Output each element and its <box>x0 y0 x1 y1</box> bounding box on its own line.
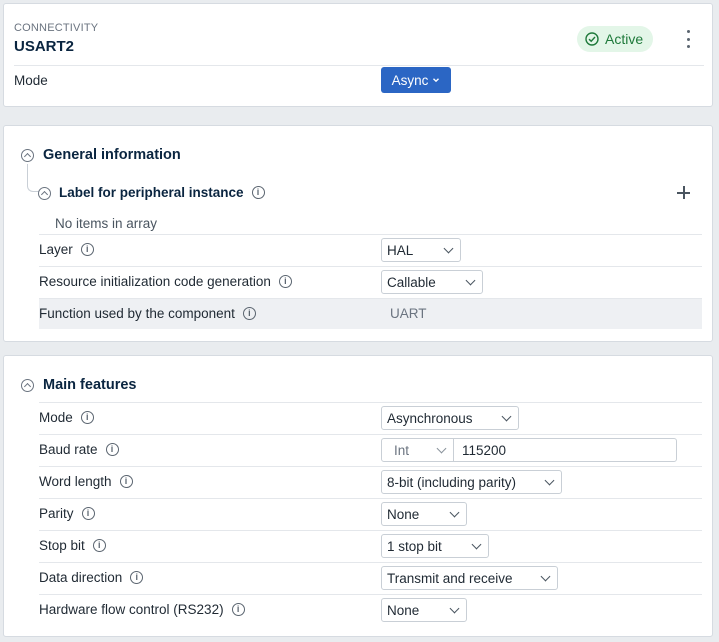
function-value: UART <box>390 306 427 321</box>
stop-bit-label: Stop bit i <box>39 538 106 553</box>
status-badge: Active <box>577 26 654 52</box>
info-icon[interactable]: i <box>80 243 94 256</box>
mode-label-text: Mode <box>39 410 73 425</box>
stop-bit-label-text: Stop bit <box>39 538 85 553</box>
baud-rate-label-text: Baud rate <box>39 442 98 457</box>
value-type-select[interactable]: Int <box>382 439 454 461</box>
word-length-value: 8-bit (including parity) <box>387 474 517 490</box>
divider <box>39 434 702 435</box>
label-section-header: Label for peripheral instance i <box>59 185 265 200</box>
info-icon[interactable]: i <box>242 307 256 320</box>
check-circle-icon <box>585 32 599 46</box>
divider <box>39 530 702 531</box>
parity-value: None <box>387 506 420 522</box>
mode-row-label: Mode i <box>39 410 94 425</box>
init-codegen-select[interactable]: Callable <box>381 270 483 294</box>
chevron-down-icon <box>471 539 482 549</box>
info-icon[interactable]: i <box>251 186 265 199</box>
data-direction-value: Transmit and receive <box>387 570 513 586</box>
mode-value: Async <box>391 72 429 88</box>
baud-rate-input[interactable]: Int 115200 <box>381 438 677 462</box>
collapse-icon[interactable] <box>21 379 34 392</box>
main-features-title: Main features <box>43 377 137 393</box>
layer-select[interactable]: HAL <box>381 238 461 262</box>
parity-label-text: Parity <box>39 506 74 521</box>
function-label-text: Function used by the component <box>39 306 235 321</box>
flow-control-label: Hardware flow control (RS232) i <box>39 602 245 617</box>
chevron-down-icon <box>465 275 476 285</box>
baud-rate-label: Baud rate i <box>39 442 119 457</box>
info-icon[interactable]: i <box>231 603 245 616</box>
tree-connector <box>27 164 39 192</box>
flow-control-select[interactable]: None <box>381 598 467 622</box>
label-section-title: Label for peripheral instance <box>59 185 244 200</box>
info-icon[interactable]: i <box>81 507 95 520</box>
general-information-title: General information <box>43 147 181 163</box>
kebab-icon[interactable] <box>682 30 694 48</box>
divider <box>39 498 702 499</box>
mode-dropdown-button[interactable]: Async <box>381 67 451 93</box>
mode-label: Mode <box>14 73 48 88</box>
chevron-down-icon <box>433 78 440 83</box>
data-direction-label: Data direction i <box>39 570 144 585</box>
parity-select[interactable]: None <box>381 502 467 526</box>
status-text: Active <box>605 31 644 47</box>
stop-bit-select[interactable]: 1 stop bit <box>381 534 489 558</box>
stop-bit-value: 1 stop bit <box>387 538 442 554</box>
chevron-down-icon <box>449 507 460 517</box>
baud-rate-value[interactable]: 115200 <box>454 443 506 458</box>
peripheral-name: USART2 <box>14 38 75 55</box>
word-length-label: Word length i <box>39 474 133 489</box>
main-features-card: Main features Mode i Asynchronous Baud r… <box>3 355 713 637</box>
chevron-down-icon <box>443 243 454 253</box>
divider <box>39 466 702 467</box>
init-codegen-label-text: Resource initialization code generation <box>39 274 271 289</box>
function-label: Function used by the component i <box>39 306 256 321</box>
info-icon[interactable]: i <box>105 443 119 456</box>
info-icon[interactable]: i <box>92 539 106 552</box>
word-length-label-text: Word length <box>39 474 112 489</box>
init-codegen-value: Callable <box>387 274 436 290</box>
mode-select[interactable]: Asynchronous <box>381 406 519 430</box>
layer-label: Layer i <box>39 242 94 257</box>
init-codegen-label: Resource initialization code generation … <box>39 274 292 289</box>
chevron-down-icon <box>544 475 555 485</box>
divider <box>39 298 702 299</box>
chevron-down-icon <box>540 571 551 581</box>
divider <box>39 402 702 403</box>
info-icon[interactable]: i <box>130 571 144 584</box>
data-direction-label-text: Data direction <box>39 570 123 585</box>
divider <box>39 562 702 563</box>
collapse-icon[interactable] <box>21 149 34 162</box>
info-icon[interactable]: i <box>278 275 292 288</box>
word-length-select[interactable]: 8-bit (including parity) <box>381 470 562 494</box>
info-icon[interactable]: i <box>119 475 133 488</box>
flow-control-label-text: Hardware flow control (RS232) <box>39 602 224 617</box>
chevron-down-icon <box>436 443 447 453</box>
divider <box>39 266 702 267</box>
mode-select-value: Asynchronous <box>387 410 473 426</box>
plus-icon[interactable] <box>677 186 690 199</box>
divider <box>39 234 702 235</box>
data-direction-select[interactable]: Transmit and receive <box>381 566 558 590</box>
value-type-value: Int <box>394 442 410 458</box>
collapse-icon[interactable] <box>38 187 51 200</box>
general-information-card: General information Label for peripheral… <box>3 125 713 342</box>
layer-label-text: Layer <box>39 242 73 257</box>
chevron-down-icon <box>449 603 460 613</box>
flow-control-value: None <box>387 602 420 618</box>
peripheral-header-card: CONNECTIVITY USART2 Active Mode Async <box>3 3 713 107</box>
divider <box>39 594 702 595</box>
chevron-down-icon <box>501 411 512 421</box>
parity-label: Parity i <box>39 506 95 521</box>
empty-array-text: No items in array <box>55 216 158 231</box>
info-icon[interactable]: i <box>80 411 94 424</box>
category-label: CONNECTIVITY <box>14 22 99 34</box>
layer-value: HAL <box>387 242 414 258</box>
divider <box>14 65 704 66</box>
